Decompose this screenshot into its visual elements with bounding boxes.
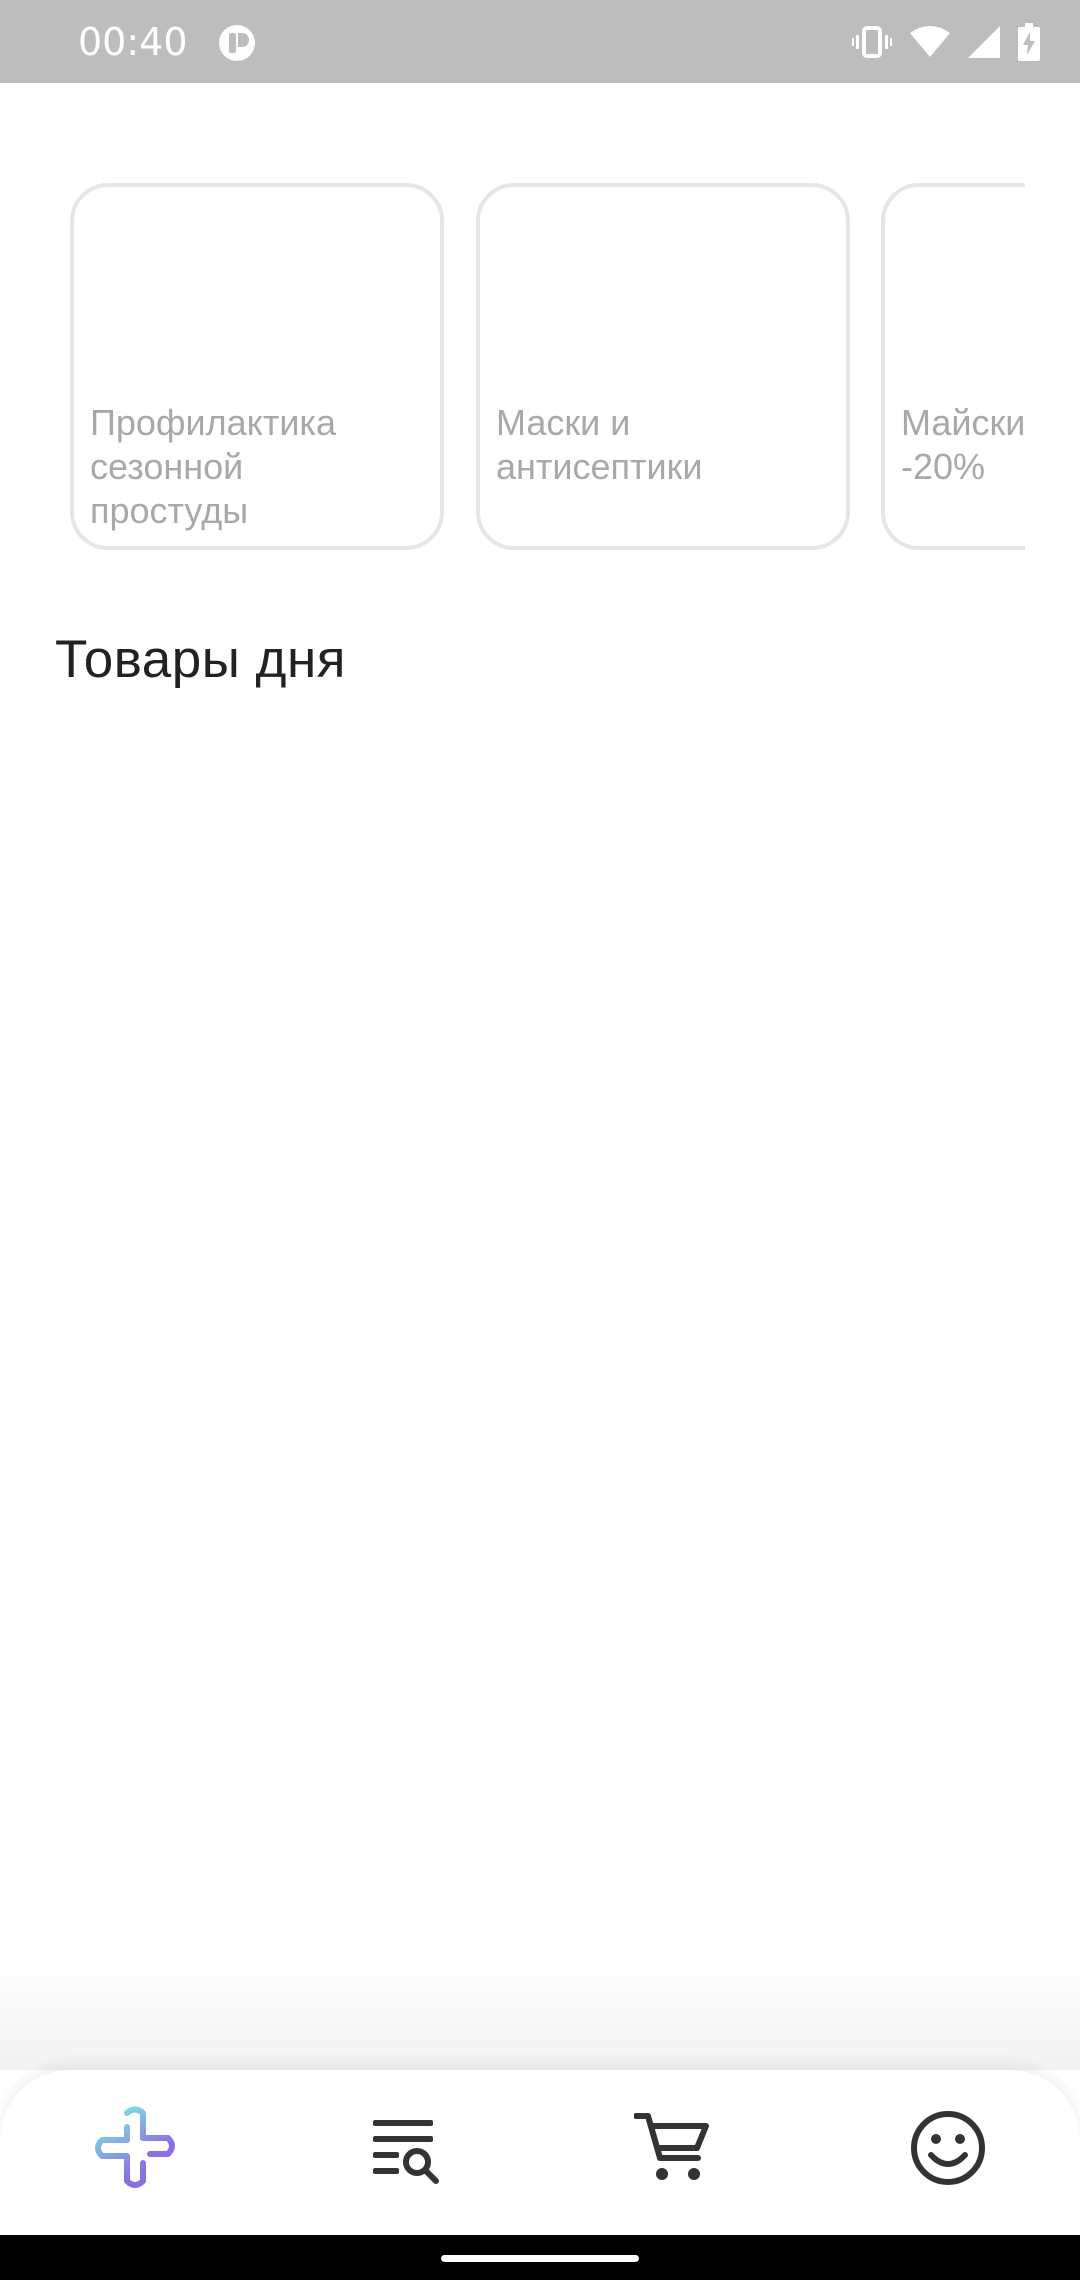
cellular-signal-icon: [968, 26, 1000, 58]
promo-carousel[interactable]: Профилактика сезонной простуды Маски и а…: [0, 183, 1025, 553]
profile-smiley-icon: [909, 2109, 987, 2192]
wifi-icon: [910, 26, 950, 58]
promo-card-label: Маски и антисептики: [496, 402, 703, 487]
nav-home-button[interactable]: [90, 2105, 180, 2195]
battery-charging-icon: [1018, 23, 1040, 61]
promo-card-label: Майские -20%: [901, 402, 1025, 487]
nav-profile-button[interactable]: [903, 2105, 993, 2195]
app-notification-icon: [218, 24, 256, 62]
promo-card[interactable]: Профилактика сезонной простуды: [70, 183, 444, 550]
promo-card[interactable]: Майские -20%: [881, 183, 1025, 550]
bottom-fade: [0, 1960, 1080, 2070]
home-gesture-handle[interactable]: [441, 2255, 639, 2262]
pharmacy-cross-icon: [92, 2105, 178, 2196]
status-time: 00:40: [78, 20, 188, 64]
cart-icon: [633, 2110, 710, 2191]
catalog-search-icon: [369, 2112, 441, 2189]
status-icons: [852, 20, 1040, 64]
promo-card-label: Профилактика сезонной простуды: [90, 402, 336, 531]
nav-cart-button[interactable]: [627, 2105, 717, 2195]
vibrate-icon: [852, 25, 892, 59]
promo-card[interactable]: Маски и антисептики: [476, 183, 850, 550]
section-title: Товары дня: [55, 630, 346, 689]
status-bar: 00:40: [0, 0, 1080, 83]
bottom-navigation: [0, 2070, 1080, 2235]
nav-catalog-button[interactable]: [360, 2105, 450, 2195]
system-navigation-bar: [0, 2235, 1080, 2280]
